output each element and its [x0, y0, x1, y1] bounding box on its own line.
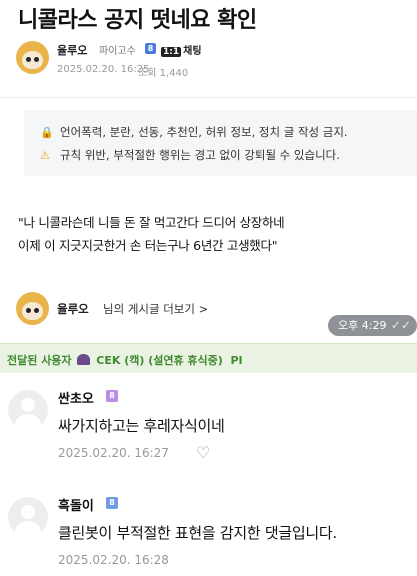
user-emoji-icon: [77, 354, 91, 365]
forwarded-bar[interactable]: 전달된 사용자 CEK (캑) (설연휴 휴식중) PI: [0, 343, 417, 373]
chat-icon: 1:1: [161, 47, 182, 57]
comment-level-badge: 8: [106, 497, 118, 509]
comment-level-badge: 8: [106, 390, 118, 402]
notice-line-1: 🔒 언어폭력, 분란, 선동, 추천인, 허위 정보, 정치 글 작성 금지.: [40, 124, 348, 140]
more-author-avatar[interactable]: [16, 292, 49, 325]
message-time-bubble: 오후 4:29 ✓✓: [328, 315, 417, 336]
post-title: 니콜라스 공지 떳네요 확인: [18, 8, 257, 33]
forwarded-user[interactable]: CEK (캑) (설연휴 휴식중): [96, 354, 223, 367]
comment-date: 2025.02.20. 16:27: [58, 446, 169, 460]
view-count: 조회 1,440: [138, 68, 189, 79]
more-author-name[interactable]: 율루오: [57, 301, 89, 317]
comment-date: 2025.02.20. 16:28: [58, 553, 169, 567]
forwarded-suffix: PI: [230, 354, 243, 367]
comment-avatar[interactable]: [8, 497, 48, 537]
chat-label: 채팅: [183, 46, 202, 57]
comment-text: 싸가지하고는 후레자식이네: [58, 417, 225, 435]
comment-author[interactable]: 흑돌이: [58, 495, 94, 514]
lock-icon: 🔒: [40, 126, 54, 139]
double-check-icon: ✓✓: [390, 318, 411, 332]
warning-icon: ⚠: [40, 149, 50, 162]
notice-text-1: 언어폭력, 분란, 선동, 추천인, 허위 정보, 정치 글 작성 금지.: [60, 125, 348, 139]
more-posts-link[interactable]: 님의 게시글 더보기 >: [103, 301, 208, 317]
message-time: 오후 4:29: [338, 319, 387, 332]
forwarded-label: 전달된 사용자: [7, 354, 72, 367]
post-body-line-2: 이제 이 지긋지긋한거 손 터는구나 6년간 고생했다": [18, 238, 278, 253]
level-badge: 8: [145, 43, 156, 54]
chat-button[interactable]: 1:1 채팅: [161, 42, 202, 57]
divider: [0, 97, 417, 98]
more-posts-row[interactable]: 율루오 님의 게시글 더보기 >: [16, 292, 316, 326]
heart-icon[interactable]: ♡: [196, 443, 210, 462]
notice-line-2: ⚠ 규칙 위반, 부적절한 행위는 경고 없이 강퇴될 수 있습니다.: [40, 147, 340, 163]
notice-text-2: 규칙 위반, 부적절한 행위는 경고 없이 강퇴될 수 있습니다.: [60, 148, 340, 162]
forwarded-text: 전달된 사용자 CEK (캑) (설연휴 휴식중) PI: [7, 352, 243, 368]
author-role: 파이고수: [99, 46, 136, 57]
comment-avatar[interactable]: [8, 390, 48, 430]
comment-author[interactable]: 싼초오: [58, 388, 94, 407]
comment-text: 클린봇이 부적절한 표현을 감지한 댓글입니다.: [58, 524, 337, 542]
author-avatar[interactable]: [16, 41, 49, 74]
author-row: 율루오 파이고수 8 1:1 채팅 2025.02.20. 16:25 조회 1,…: [16, 40, 416, 80]
notice-box: 🔒 언어폭력, 분란, 선동, 추천인, 허위 정보, 정치 글 작성 금지. ⚠…: [24, 110, 417, 176]
post-body-line-1: "나 니콜라슨데 니들 돈 잘 먹고간다 드디어 상장하네: [18, 215, 285, 230]
post-date: 2025.02.20. 16:25: [57, 64, 150, 75]
author-name[interactable]: 율루오: [57, 42, 87, 58]
